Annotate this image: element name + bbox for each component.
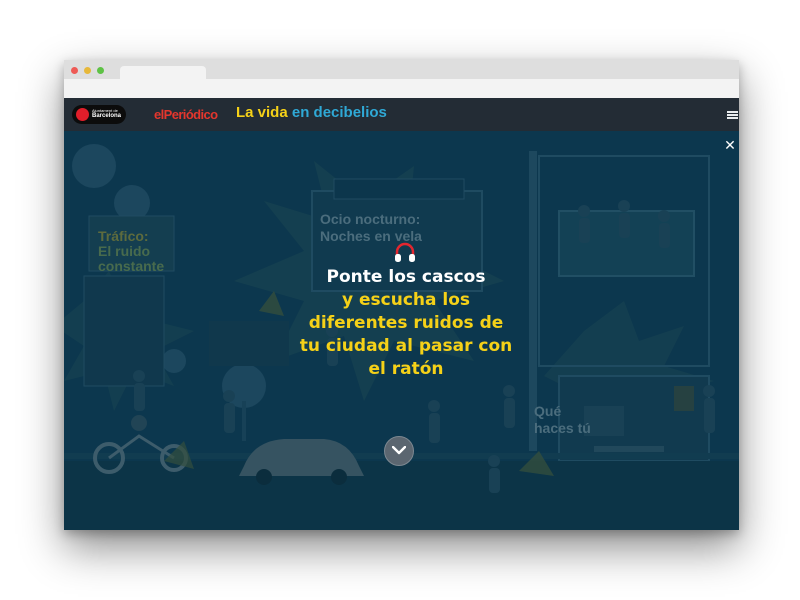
browser-titlebar [64, 60, 739, 79]
instruction-line-2: y escucha los [341, 290, 471, 310]
sponsor-city: Barcelona [92, 113, 122, 119]
instruction-text: Ponte los cascos y escucha los diferente… [246, 266, 566, 381]
close-window-button[interactable] [71, 67, 78, 74]
maximize-window-button[interactable] [97, 67, 104, 74]
browser-window: Ajuntament de Barcelona elPeriódico La v… [64, 60, 739, 530]
page-title: La vida en decibelios [236, 104, 387, 121]
barcelona-crest-icon [76, 108, 89, 121]
chevron-down-icon [392, 446, 406, 455]
scroll-down-button[interactable] [384, 436, 414, 466]
publisher-logo[interactable]: elPeriódico [154, 107, 218, 122]
site-header: Ajuntament de Barcelona elPeriódico La v… [64, 98, 739, 131]
minimize-window-button[interactable] [84, 67, 91, 74]
instruction-line-1: Ponte los cascos [326, 267, 486, 287]
close-icon[interactable]: ✕ [724, 139, 736, 153]
instruction-line-4: tu ciudad al pasar con [299, 336, 513, 356]
browser-address-bar[interactable] [64, 79, 739, 99]
hamburger-menu-icon[interactable] [727, 111, 738, 119]
title-part-1: La vida [236, 104, 288, 121]
instruction-line-5: el ratón [368, 359, 444, 379]
ajuntament-logo[interactable]: Ajuntament de Barcelona [72, 105, 126, 124]
browser-tab[interactable] [120, 66, 206, 79]
title-part-2: en decibelios [291, 104, 387, 121]
headphones-icon [393, 241, 417, 265]
instruction-line-3: diferentes ruidos de [308, 313, 504, 333]
